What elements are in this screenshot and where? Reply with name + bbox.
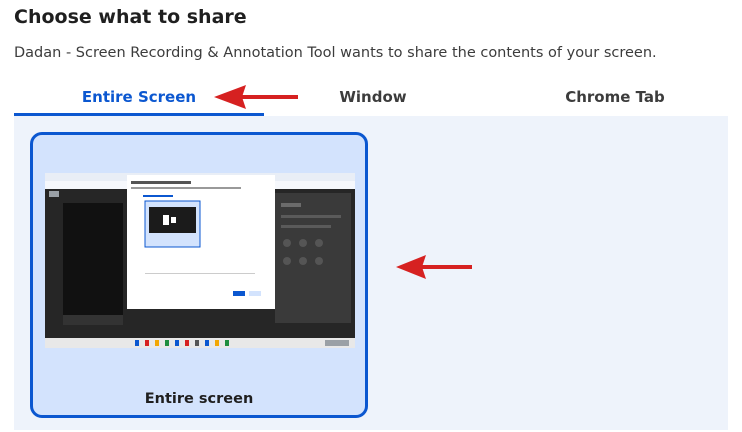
tab-bar: Entire Screen Window Chrome Tab: [14, 78, 728, 116]
red-arrow-left-icon: [396, 255, 472, 279]
source-grid: Entire screen: [14, 116, 728, 430]
source-tile-entire-screen[interactable]: Entire screen: [30, 132, 368, 418]
dialog-title: Choose what to share: [14, 6, 247, 28]
screen-thumbnail: [45, 173, 355, 348]
red-arrow-left-icon: [214, 85, 298, 109]
tab-chrome-tab[interactable]: Chrome Tab: [500, 78, 730, 116]
screen-thumbnail-preview: [45, 173, 355, 348]
source-tile-label: Entire screen: [144, 391, 254, 407]
screen-share-picker: Choose what to share Dadan - Screen Reco…: [0, 0, 742, 432]
dialog-subtitle: Dadan - Screen Recording & Annotation To…: [14, 45, 657, 61]
